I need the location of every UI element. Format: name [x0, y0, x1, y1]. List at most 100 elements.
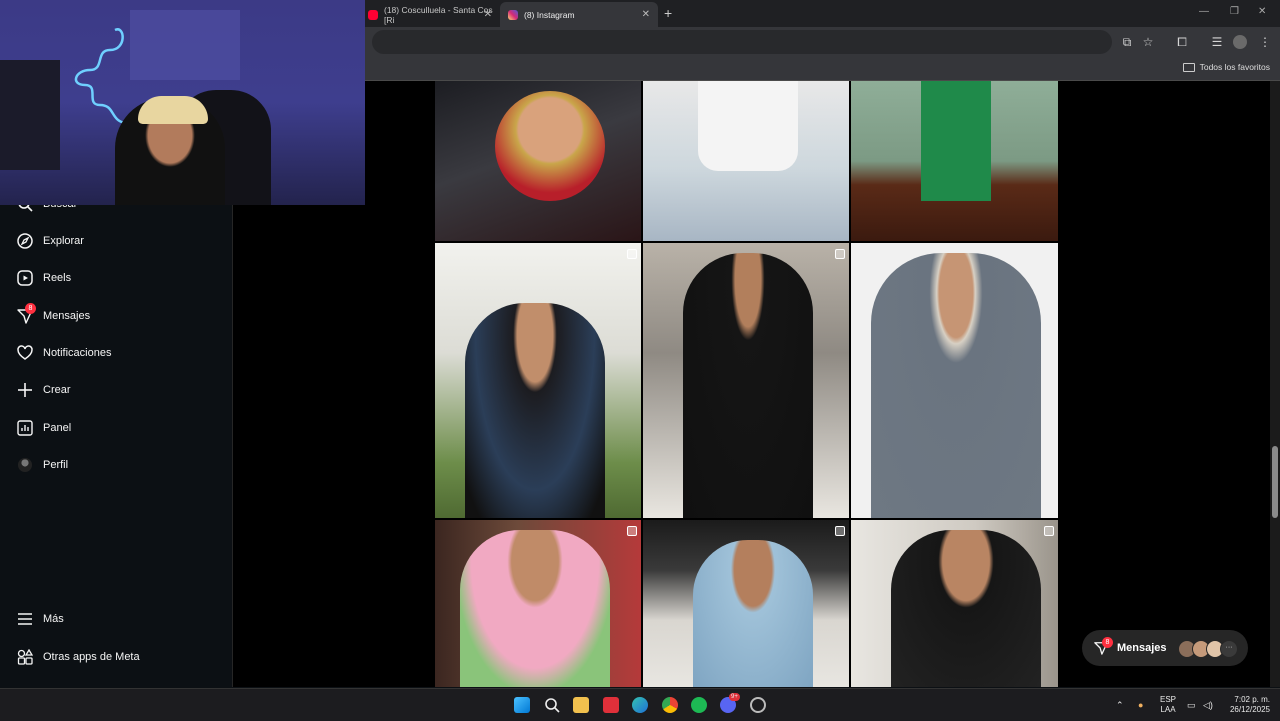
sidebar-item-notifications[interactable]: Notificaciones — [16, 343, 111, 363]
scrollbar-thumb[interactable] — [1272, 446, 1278, 518]
hamburger-icon — [16, 611, 33, 628]
carousel-icon — [627, 526, 637, 536]
sidebar-item-label: Explorar — [43, 235, 84, 247]
network-icon[interactable]: ▭ — [1187, 700, 1196, 710]
chart-icon — [16, 420, 33, 437]
posts-grid — [435, 81, 1058, 687]
all-bookmarks-button[interactable]: Todos los favoritos — [1182, 62, 1270, 72]
tab-instagram[interactable]: (8) Instagram ✕ — [500, 2, 658, 27]
restore-icon[interactable]: ❐ — [1230, 6, 1239, 17]
reels-icon — [16, 270, 33, 287]
post-image-content — [495, 91, 605, 201]
youtube-icon — [368, 9, 378, 20]
post-image-content — [698, 81, 798, 171]
file-explorer-icon[interactable] — [573, 697, 589, 713]
post-thumbnail[interactable] — [851, 520, 1058, 687]
all-bookmarks-label: Todos los favoritos — [1199, 62, 1270, 72]
tab-label: (8) Instagram — [524, 9, 575, 20]
windows-start-icon[interactable] — [514, 697, 530, 713]
webcam-overlay — [0, 0, 365, 205]
sidebar-item-label: Notificaciones — [43, 347, 112, 359]
app-icon[interactable] — [603, 697, 619, 713]
post-thumbnail[interactable] — [643, 520, 849, 687]
chair-left — [0, 60, 60, 170]
spotify-icon[interactable] — [691, 697, 707, 713]
sidebar-item-reels[interactable]: Reels — [16, 268, 71, 288]
extensions-icon[interactable]: ⧠ — [1175, 35, 1189, 49]
post-image-content — [683, 253, 813, 518]
windows-taskbar: 9+ ⌃ ● ESP LAA ▭ ◁) 7:02 p. m. 26/12/202… — [0, 688, 1280, 721]
clock-time: 7:02 p. m. — [1234, 695, 1270, 704]
edge-icon[interactable] — [632, 697, 648, 713]
avatar — [17, 458, 32, 472]
sidebar-item-messages[interactable]: 8 Mensajes — [16, 302, 91, 326]
post-thumbnail[interactable] — [643, 81, 849, 241]
messages-floating-button[interactable]: 8 Mensajes ··· — [1082, 630, 1248, 666]
more-avatars: ··· — [1220, 640, 1238, 658]
install-app-icon[interactable]: ⧉ — [1120, 35, 1134, 49]
address-bar[interactable] — [372, 30, 1112, 54]
post-thumbnail[interactable] — [851, 243, 1058, 518]
page-scrollbar[interactable] — [1270, 81, 1280, 687]
sidebar-item-profile[interactable]: Perfil — [16, 455, 68, 475]
notification-badge: 9+ — [729, 693, 740, 701]
messages-label: Mensajes — [1117, 642, 1167, 654]
post-thumbnail[interactable] — [435, 243, 641, 518]
post-image-content — [921, 81, 991, 201]
post-image-content — [465, 303, 605, 518]
bookmark-star-icon[interactable]: ☆ — [1141, 35, 1155, 49]
post-thumbnail[interactable] — [851, 81, 1058, 241]
neon-sign — [74, 28, 126, 125]
volume-icon[interactable]: ◁) — [1203, 700, 1213, 710]
notification-badge: 8 — [25, 302, 36, 314]
post-image-content — [460, 530, 610, 687]
tab-label: (18) Cosculluela - Santa Cos [Ri — [384, 4, 493, 25]
sidebar-item-label: Panel — [43, 422, 72, 434]
post-thumbnail[interactable] — [643, 243, 849, 518]
post-image-content — [693, 540, 813, 687]
media-control-icon[interactable]: ☰ — [1210, 35, 1224, 49]
obs-icon[interactable] — [750, 697, 766, 713]
sidebar-item-label: Perfil — [43, 459, 69, 471]
minimize-icon[interactable]: — — [1199, 6, 1209, 17]
tab-youtube[interactable]: (18) Cosculluela - Santa Cos [Ri ✕ — [360, 2, 500, 27]
post-image-content — [871, 253, 1041, 518]
sidebar-item-label: Crear — [43, 384, 71, 396]
language-code: ESP — [1159, 695, 1176, 704]
new-tab-button[interactable]: + — [664, 5, 672, 21]
compass-icon — [16, 233, 33, 250]
sidebar-item-dashboard[interactable]: Panel — [16, 418, 71, 438]
post-image-content — [891, 530, 1041, 687]
instagram-icon — [508, 9, 518, 20]
sidebar-item-label: Más — [43, 613, 64, 625]
clock[interactable]: 7:02 p. m. 26/12/2025 — [1224, 695, 1270, 715]
streamer-cap — [138, 96, 208, 124]
close-icon[interactable]: ✕ — [642, 9, 650, 20]
carousel-icon — [835, 249, 845, 259]
carousel-icon — [835, 526, 845, 536]
close-window-icon[interactable]: ✕ — [1258, 6, 1266, 17]
chrome-icon[interactable] — [662, 697, 678, 713]
chevron-up-icon[interactable]: ⌃ — [1116, 700, 1124, 710]
post-thumbnail[interactable] — [435, 81, 641, 241]
wall-panel — [130, 10, 240, 80]
sidebar-item-create[interactable]: Crear — [16, 380, 71, 400]
folder-icon — [1182, 62, 1195, 72]
close-icon[interactable]: ✕ — [484, 9, 492, 20]
microphone-icon[interactable]: ● — [1138, 700, 1143, 710]
carousel-icon — [1044, 526, 1054, 536]
sidebar-item-explore[interactable]: Explorar — [16, 231, 84, 251]
sidebar-item-meta-apps[interactable]: Otras apps de Meta — [16, 647, 140, 667]
profile-avatar-icon[interactable] — [1233, 35, 1247, 49]
sidebar-item-more[interactable]: Más — [16, 609, 64, 629]
sidebar-item-label: Mensajes — [43, 310, 91, 322]
menu-kebab-icon[interactable]: ⋮ — [1258, 35, 1272, 49]
notification-badge: 8 — [1102, 637, 1113, 648]
avatar-wrapper — [16, 457, 33, 474]
sidebar-item-label: Otras apps de Meta — [43, 651, 140, 663]
search-icon[interactable] — [544, 697, 560, 713]
plus-icon — [16, 382, 33, 399]
language-indicator[interactable]: ESP LAA — [1156, 695, 1180, 715]
messenger-icon: 8 — [16, 302, 36, 325]
post-thumbnail[interactable] — [435, 520, 641, 687]
